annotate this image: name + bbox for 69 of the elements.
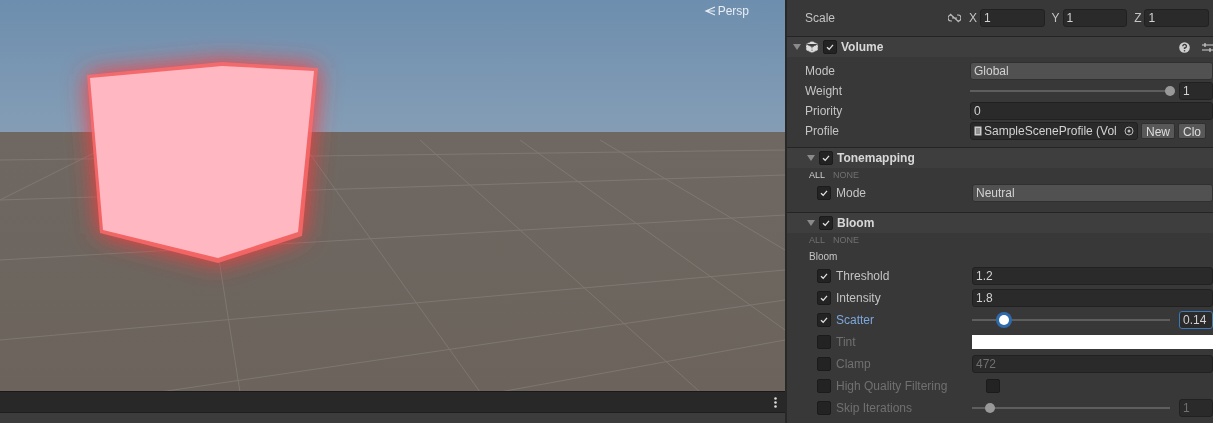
foldout-icon[interactable] [807,154,815,162]
number-field[interactable]: 1 [1062,9,1128,27]
checkbox[interactable] [817,335,831,349]
object-name: SampleSceneProfile (Vol [984,123,1118,139]
field-label: High Quality Filtering [835,379,949,393]
toggle-checkbox[interactable] [986,379,1000,393]
field-label: Priority [805,104,844,118]
link-icon[interactable] [948,13,961,23]
asset-icon [974,126,982,136]
cube-icon [805,40,819,54]
axis-label: Z [1134,11,1142,25]
field-label: Weight [805,84,844,98]
checkbox[interactable] [817,401,831,415]
checkmark-icon [821,218,831,228]
profile-button[interactable]: Clo [1178,123,1207,139]
slider-thumb[interactable] [1165,86,1175,96]
checkbox[interactable] [817,186,831,200]
field-label: Clamp [835,357,872,371]
field-label: Skip Iterations [835,401,914,415]
checkmark-icon [819,188,829,198]
checkbox[interactable] [819,216,833,230]
number-field[interactable]: 0 [970,102,1213,120]
dropdown[interactable]: Global [970,62,1213,80]
gizmo-icon[interactable] [703,6,716,16]
object-field[interactable]: SampleSceneProfile (Vol [970,122,1138,140]
profile-button[interactable]: New [1141,123,1175,139]
override-title: Tonemapping [837,151,915,165]
slider-thumb[interactable] [984,403,995,413]
field-label: Scale [805,11,837,25]
override-title: Bloom [837,216,875,230]
foldout-icon[interactable] [793,43,801,51]
axis-label: X [969,11,977,25]
checkmark-icon [821,153,831,163]
number-field[interactable]: 1 [1179,82,1213,100]
checkbox[interactable] [817,313,831,327]
field-label: Mode [835,186,868,200]
slider-thumb[interactable] [998,315,1009,325]
checkmark-icon [819,271,829,281]
checkmark-icon [819,315,829,325]
checkbox[interactable] [817,269,831,283]
checkbox[interactable] [819,151,833,165]
checkmark-icon [825,42,835,52]
number-field[interactable]: 0.14 [1179,311,1213,329]
color-swatch[interactable] [972,335,1213,349]
field-label: Intensity [835,291,882,305]
number-field[interactable]: 1.2 [972,267,1213,285]
field-label: Scatter [835,313,875,327]
checkbox[interactable] [823,40,837,54]
group-label: Bloom [809,250,838,262]
field-label: Threshold [835,269,891,283]
more-options-icon[interactable] [774,396,777,408]
field-label: Mode [805,64,837,78]
axis-label: Y [1051,11,1060,25]
checkbox[interactable] [817,291,831,305]
all-link[interactable]: ALL [809,170,825,180]
number-field[interactable]: 1 [980,9,1045,27]
field-label: Tint [835,335,857,349]
dropdown[interactable]: Neutral [972,184,1213,202]
number-field[interactable]: 1.8 [972,289,1213,307]
component-title: Volume [841,40,885,54]
field-label: Profile [805,124,840,138]
foldout-icon[interactable] [807,219,815,227]
presets-icon[interactable] [1202,41,1213,53]
checkmark-icon [819,293,829,303]
checkbox[interactable] [817,379,831,393]
help-icon[interactable] [1179,41,1190,53]
checkbox[interactable] [817,357,831,371]
object-picker-icon[interactable] [1124,126,1134,136]
number-field[interactable]: 1 [1144,9,1209,27]
